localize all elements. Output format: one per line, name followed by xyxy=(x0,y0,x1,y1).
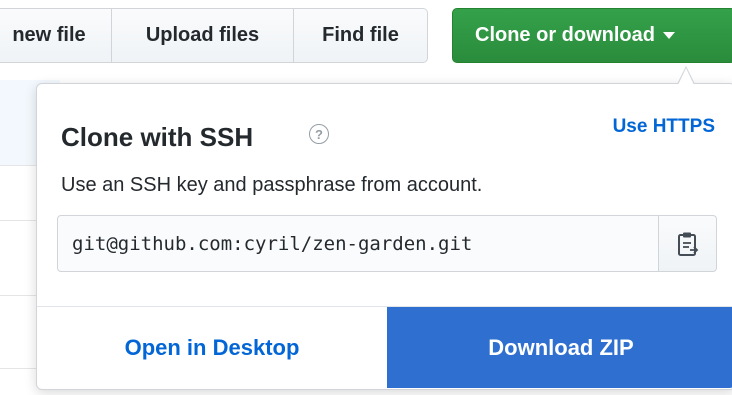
clone-url-row xyxy=(57,215,717,272)
upload-files-button[interactable]: Upload files xyxy=(112,8,294,63)
question-circle-icon[interactable]: ? xyxy=(309,124,329,144)
dropdown-footer: Open in Desktop Download ZIP xyxy=(37,306,732,389)
clone-description: Use an SSH key and passphrase from accou… xyxy=(61,174,483,196)
clone-url-input[interactable] xyxy=(57,215,659,272)
clone-or-download-button[interactable]: Clone or download xyxy=(452,8,732,63)
clone-button-label: Clone or download xyxy=(475,24,655,46)
open-in-desktop-button[interactable]: Open in Desktop xyxy=(37,307,387,388)
clipboard-icon xyxy=(677,232,698,256)
use-https-link[interactable]: Use HTTPS xyxy=(613,116,715,138)
copy-to-clipboard-button[interactable] xyxy=(659,215,717,272)
download-zip-button[interactable]: Download ZIP xyxy=(387,307,732,388)
clone-dropdown: Clone with SSH ? Use HTTPS Use an SSH ke… xyxy=(36,66,732,390)
file-button-group: new file Upload files Find file xyxy=(0,8,428,65)
clone-title: Clone with SSH xyxy=(61,122,254,152)
find-file-button[interactable]: Find file xyxy=(294,8,428,63)
caret-down-icon xyxy=(663,32,675,39)
create-new-file-button[interactable]: new file xyxy=(0,8,112,63)
